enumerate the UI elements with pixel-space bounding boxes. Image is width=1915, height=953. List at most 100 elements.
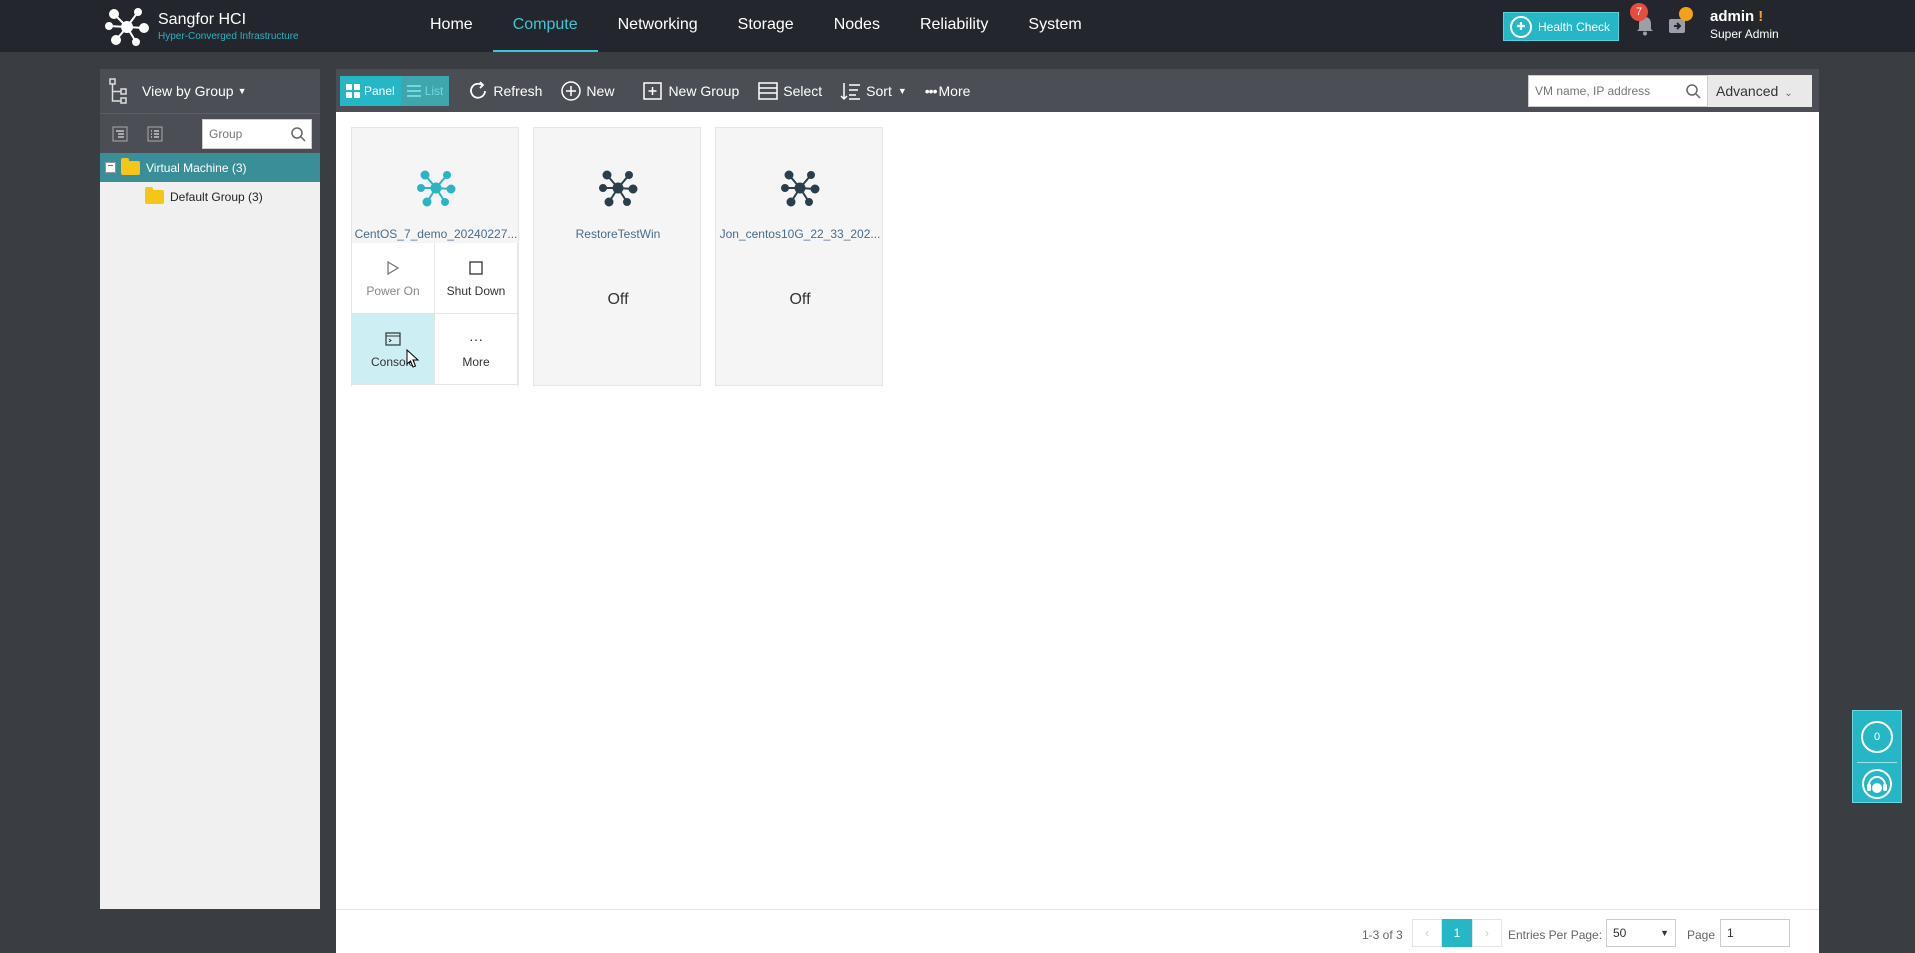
sort-label: Sort (866, 82, 892, 99)
health-check-icon: ✚ (1510, 15, 1532, 38)
view-toggle: Panel List (340, 75, 450, 106)
page-number-button[interactable]: 1 (1442, 919, 1472, 947)
sort-button[interactable]: Sort ▼ (840, 80, 907, 102)
next-page-button[interactable]: › (1472, 919, 1502, 947)
nav-nodes[interactable]: Nodes (814, 0, 900, 52)
health-check-label: Health Check (1538, 19, 1611, 34)
list-view-label: List (424, 83, 444, 98)
vm-actions: Power On Shut Down Console ··· More (352, 243, 518, 386)
user-menu[interactable]: admin! Super Admin (1710, 8, 1779, 42)
collapse-icon[interactable]: − (105, 162, 116, 173)
more-label: More (938, 82, 971, 99)
vm-power-state: Off (607, 291, 629, 308)
tree-item-label: Virtual Machine (3) (146, 160, 247, 175)
list-view-button[interactable]: List (400, 75, 450, 106)
vm-more-button[interactable]: ··· More (435, 314, 518, 385)
list-icon (406, 84, 421, 97)
user-role: Super Admin (1710, 27, 1779, 41)
grid-icon (346, 83, 360, 98)
page-label: Page (1687, 928, 1716, 942)
user-warning-icon: ! (1758, 8, 1764, 25)
caret-down-icon: ▼ (1660, 928, 1669, 938)
nav-networking[interactable]: Networking (598, 0, 718, 52)
new-group-label: New Group (668, 82, 740, 99)
app-logo[interactable]: Sangfor HCI Hyper-Converged Infrastructu… (104, 6, 299, 48)
power-on-button[interactable]: Power On (352, 243, 435, 314)
vm-power-state: Off (789, 291, 811, 308)
group-search-input[interactable] (203, 120, 287, 148)
refresh-label: Refresh (493, 82, 543, 99)
new-button[interactable]: New (560, 80, 614, 102)
select-button[interactable]: Select (757, 80, 822, 102)
chevron-down-icon: ▼ (237, 86, 247, 96)
vm-name[interactable]: CentOS_7_demo_20240227... (352, 227, 520, 241)
folder-icon (145, 186, 164, 204)
tree-view-icon (109, 78, 127, 104)
vm-search-input[interactable] (1529, 76, 1679, 106)
stop-icon (469, 258, 483, 278)
pager: ‹ 1 › (1412, 919, 1502, 947)
nav-system[interactable]: System (1008, 0, 1101, 52)
sort-icon (840, 82, 861, 100)
advanced-search-button[interactable]: Advanced ⌄ (1708, 75, 1812, 107)
group-sidebar: View by Group ▼ − Virtual Machine (3) De… (100, 69, 320, 909)
view-by-group-label: View by Group (142, 83, 234, 99)
vm-card[interactable]: Jon_centos10G_22_33_202... Off (715, 127, 883, 386)
entries-per-page-select[interactable]: 50 ▼ (1606, 919, 1676, 947)
expand-all-icon[interactable] (112, 126, 128, 142)
vm-main-panel: Panel List Refresh New New Group Select … (336, 69, 1819, 953)
entries-per-page-label: Entries Per Page: (1508, 928, 1603, 942)
notification-badge: 7 (1630, 3, 1648, 21)
play-icon (386, 258, 400, 278)
group-search (202, 119, 312, 149)
console-button[interactable]: Console (352, 314, 435, 385)
select-label: Select (783, 82, 823, 99)
advanced-label: Advanced (1716, 83, 1779, 99)
vm-icon (599, 170, 638, 207)
refresh-button[interactable]: Refresh (467, 80, 542, 102)
pagination-footer: 1-3 of 3 ‹ 1 › Entries Per Page: 50 ▼ Pa… (336, 909, 1819, 953)
nav-compute[interactable]: Compute (492, 0, 598, 52)
customer-service-icon[interactable] (1861, 768, 1893, 800)
user-name: admin (1710, 8, 1755, 25)
tree-item-default-group[interactable]: Default Group (3) (100, 182, 320, 211)
prev-page-button[interactable]: ‹ (1412, 919, 1442, 947)
vm-card[interactable]: CentOS_7_demo_20240227... Power On Shut … (351, 127, 519, 386)
search-icon[interactable] (290, 126, 306, 142)
more-dots-icon: ••• (924, 82, 938, 99)
vm-search (1528, 75, 1708, 107)
vm-name[interactable]: RestoreTestWin (534, 227, 702, 241)
vm-toolbar: Panel List Refresh New New Group Select … (336, 69, 1819, 112)
new-group-button[interactable]: New Group (642, 80, 739, 102)
plus-circle-icon (561, 80, 582, 101)
task-status-dot (1679, 7, 1693, 21)
view-by-group-dropdown[interactable]: View by Group ▼ (100, 69, 320, 113)
nav-home[interactable]: Home (410, 0, 493, 52)
console-icon (385, 329, 401, 349)
shut-down-label: Shut Down (446, 284, 506, 298)
tree-item-virtual-machine[interactable]: − Virtual Machine (3) (100, 153, 320, 182)
more-button[interactable]: ••• More (925, 83, 971, 99)
nav-storage[interactable]: Storage (718, 0, 814, 52)
vm-card[interactable]: RestoreTestWin Off (533, 127, 701, 386)
list-view-icon[interactable] (147, 126, 163, 142)
shut-down-button[interactable]: Shut Down (435, 243, 518, 314)
power-on-label: Power On (366, 284, 420, 298)
page-input[interactable]: 1 (1720, 919, 1790, 947)
top-navigation-bar: Sangfor HCI Hyper-Converged Infrastructu… (0, 0, 1915, 52)
panel-view-button[interactable]: Panel (340, 75, 401, 106)
group-tree: − Virtual Machine (3) Default Group (3) (100, 153, 320, 211)
divider (1857, 762, 1897, 763)
vm-card-grid: CentOS_7_demo_20240227... Power On Shut … (351, 127, 897, 386)
select-icon (758, 81, 778, 100)
floating-assistant-panel: 0 (1852, 710, 1902, 803)
health-check-button[interactable]: ✚ Health Check (1503, 12, 1619, 41)
new-label: New (586, 82, 615, 99)
vm-name[interactable]: Jon_centos10G_22_33_202... (716, 227, 884, 241)
search-icon[interactable] (1685, 83, 1701, 99)
task-counter-button[interactable]: 0 (1861, 721, 1893, 753)
refresh-icon (470, 80, 487, 99)
chevron-down-icon: ⌄ (1784, 88, 1793, 99)
nav-reliability[interactable]: Reliability (900, 0, 1008, 52)
app-title: Sangfor HCI (158, 11, 247, 28)
